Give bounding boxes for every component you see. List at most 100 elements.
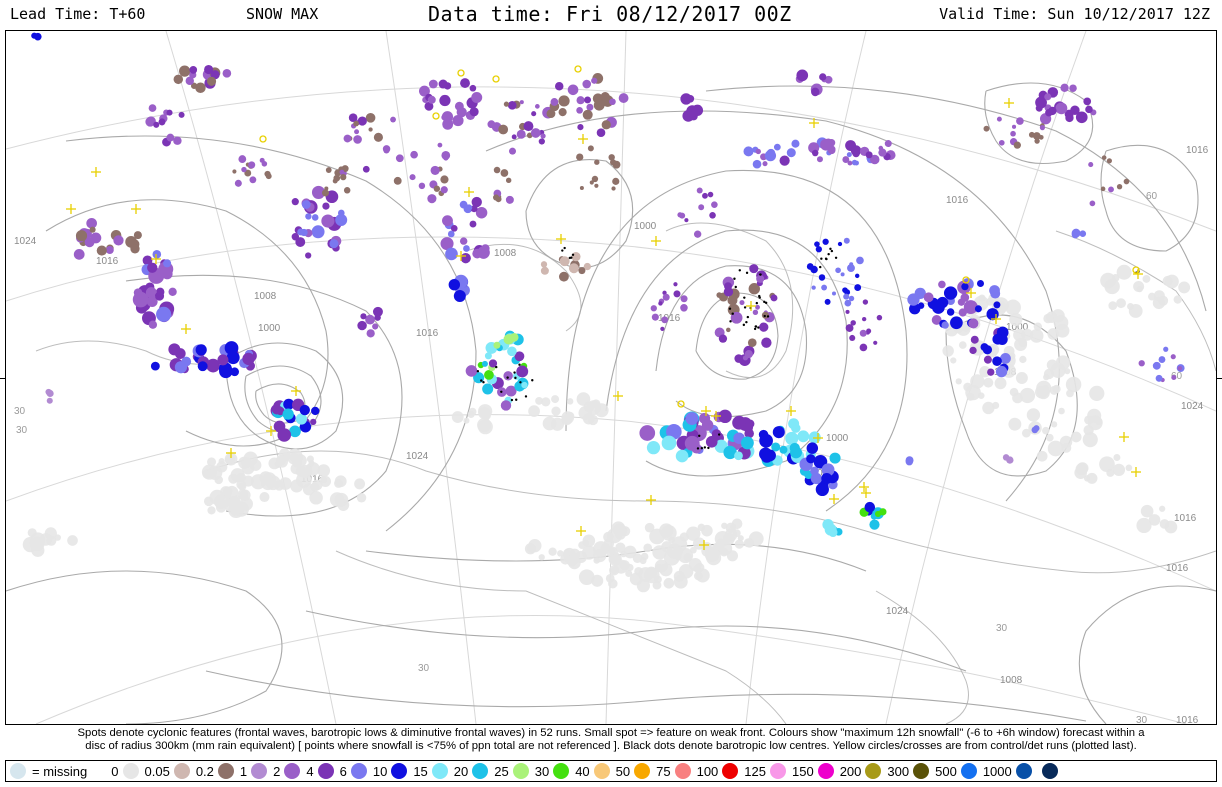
forecast-spot — [75, 230, 88, 242]
legend-swatch — [512, 763, 529, 779]
forecast-spot — [819, 73, 827, 81]
forecast-spot — [311, 225, 325, 239]
barotropic-low-dot — [745, 320, 748, 324]
forecast-spot — [487, 120, 496, 129]
forecast-spot — [1071, 231, 1079, 239]
legend-item — [1032, 763, 1058, 779]
barotropic-low-dot — [476, 370, 480, 373]
forecast-spot — [222, 69, 232, 78]
forecast-spot — [277, 428, 292, 442]
forecast-spot-grey — [583, 401, 595, 413]
forecast-spot-grey — [541, 397, 551, 407]
forecast-spot-grey — [695, 568, 710, 583]
forecast-spot — [917, 302, 925, 309]
forecast-spot-grey — [1019, 387, 1036, 404]
forecast-spot — [864, 501, 876, 513]
forecast-spot — [454, 101, 464, 111]
forecast-spot — [154, 291, 165, 301]
forecast-spot-grey — [710, 551, 718, 560]
barotropic-low-dot — [754, 325, 758, 328]
legend-item-label: 200 — [839, 763, 862, 779]
legend-item-label: 100 — [696, 763, 719, 779]
barotropic-low-dot — [717, 433, 721, 436]
isobar — [1078, 585, 1216, 724]
isobar-label: 1000 — [258, 323, 281, 334]
forecast-spot — [505, 177, 512, 184]
forecast-spot — [1138, 360, 1145, 367]
forecast-spot — [558, 108, 567, 117]
forecast-spot — [311, 214, 319, 221]
data-time: Data time: Fri 08/12/2017 00Z — [428, 2, 792, 26]
forecast-spot-grey — [594, 403, 609, 418]
forecast-spot — [639, 425, 656, 441]
forecast-spot — [555, 82, 564, 91]
forecast-spot — [465, 365, 478, 377]
legend-swatch — [122, 763, 139, 779]
forecast-spot — [815, 246, 823, 253]
forecast-spot — [156, 306, 172, 322]
forecast-spot — [584, 96, 592, 104]
forecast-spot — [550, 98, 559, 106]
forecast-spot — [680, 304, 688, 312]
forecast-spot — [1177, 366, 1183, 371]
forecast-spot — [749, 264, 759, 274]
forecast-spot — [353, 135, 362, 144]
forecast-spot-grey — [970, 374, 985, 389]
forecast-spot-grey — [260, 476, 276, 491]
forecast-spot-grey — [1165, 274, 1179, 289]
forecast-spot-grey — [1053, 315, 1069, 330]
caption-line-1: Spots denote cyclonic features (frontal … — [77, 727, 1145, 739]
forecast-spot — [806, 263, 814, 270]
forecast-spot-grey — [724, 528, 738, 542]
forecast-spot — [460, 252, 471, 264]
forecast-spot — [362, 165, 370, 173]
forecast-spot-grey — [966, 392, 975, 401]
barotropic-low-dot — [728, 307, 732, 310]
forecast-spot — [1123, 178, 1130, 185]
forecast-spot — [1032, 132, 1041, 140]
forecast-spot — [34, 32, 42, 41]
forecast-spot — [811, 149, 819, 157]
forecast-spot-grey — [207, 506, 216, 515]
legend-item-label: 0 — [111, 763, 119, 779]
forecast-spot — [130, 244, 140, 254]
forecast-spot — [1016, 117, 1024, 125]
forecast-spot — [441, 151, 451, 160]
legend-item-label: 15 — [413, 763, 428, 779]
forecast-spot-grey — [608, 547, 616, 555]
forecast-spot — [582, 109, 593, 120]
forecast-spot — [445, 247, 458, 261]
forecast-spot — [992, 356, 1002, 367]
forecast-spot — [679, 212, 686, 219]
forecast-spot-grey — [1159, 505, 1166, 512]
forecast-spot — [427, 194, 437, 204]
barotropic-low-dot — [745, 271, 749, 275]
forecast-spot — [493, 341, 501, 349]
forecast-spot — [365, 314, 375, 325]
legend-item-label: 500 — [935, 763, 957, 779]
legend-swatch — [722, 763, 739, 779]
forecast-spot — [523, 121, 534, 132]
forecast-spot-grey — [334, 492, 349, 507]
forecast-spot-grey — [615, 542, 626, 553]
forecast-spot — [558, 95, 570, 107]
forecast-spot — [174, 361, 188, 374]
forecast-spot — [718, 334, 728, 343]
forecast-spot — [1171, 374, 1177, 381]
legend-item-label: 150 — [792, 763, 814, 779]
forecast-spot — [343, 187, 351, 194]
forecast-spot — [865, 151, 873, 159]
left-edge-tick — [0, 378, 5, 379]
forecast-spot-grey — [259, 492, 270, 503]
forecast-spot — [938, 280, 946, 289]
forecast-spot — [576, 96, 585, 105]
forecast-spot-grey — [1019, 355, 1027, 364]
forecast-spot — [824, 298, 831, 305]
legend-swatch — [350, 763, 367, 779]
barotropic-low-dot — [480, 379, 483, 382]
forecast-spot-grey — [1070, 431, 1082, 443]
forecast-spot — [796, 69, 809, 82]
forecast-spot — [943, 286, 958, 300]
forecast-spot — [571, 252, 581, 262]
forecast-spot — [73, 248, 85, 260]
